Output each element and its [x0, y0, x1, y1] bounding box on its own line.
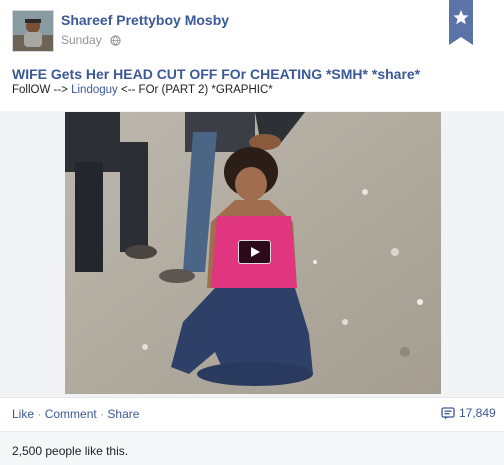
star-icon[interactable] [449, 0, 473, 45]
play-icon [251, 247, 260, 257]
post-title[interactable]: WIFE Gets Her HEAD CUT OFF FOr CHEATING … [12, 66, 420, 82]
post-subtitle: FollOW --> Lindoguy <-- FOr (PART 2) *GR… [12, 84, 273, 96]
subtitle-suffix: <-- FOr (PART 2) *GRAPHIC* [117, 84, 273, 96]
post-meta: Sunday [61, 33, 121, 47]
play-button[interactable] [238, 240, 271, 264]
action-separator: · [37, 407, 42, 421]
avatar-image [13, 11, 53, 51]
subtitle-link[interactable]: Lindoguy [71, 84, 118, 96]
avatar[interactable] [12, 10, 54, 52]
comment-button[interactable]: Comment [45, 407, 97, 421]
post-time[interactable]: Sunday [61, 33, 102, 47]
author-name[interactable]: Shareef Prettyboy Mosby [61, 12, 229, 28]
post-header: Shareef Prettyboy Mosby Sunday [0, 0, 504, 60]
action-separator: · [100, 407, 105, 421]
globe-icon[interactable] [110, 34, 121, 46]
post-actions: Like · Comment · Share [12, 407, 139, 421]
like-button[interactable]: Like [12, 407, 34, 421]
subtitle-prefix: FollOW --> [12, 84, 72, 96]
divider [0, 397, 504, 398]
share-count[interactable]: 17,849 [441, 406, 496, 420]
share-count-value: 17,849 [459, 406, 496, 420]
likes-summary[interactable]: 2,500 people like this. [12, 444, 128, 458]
share-button[interactable]: Share [107, 407, 139, 421]
share-count-icon [441, 406, 455, 419]
